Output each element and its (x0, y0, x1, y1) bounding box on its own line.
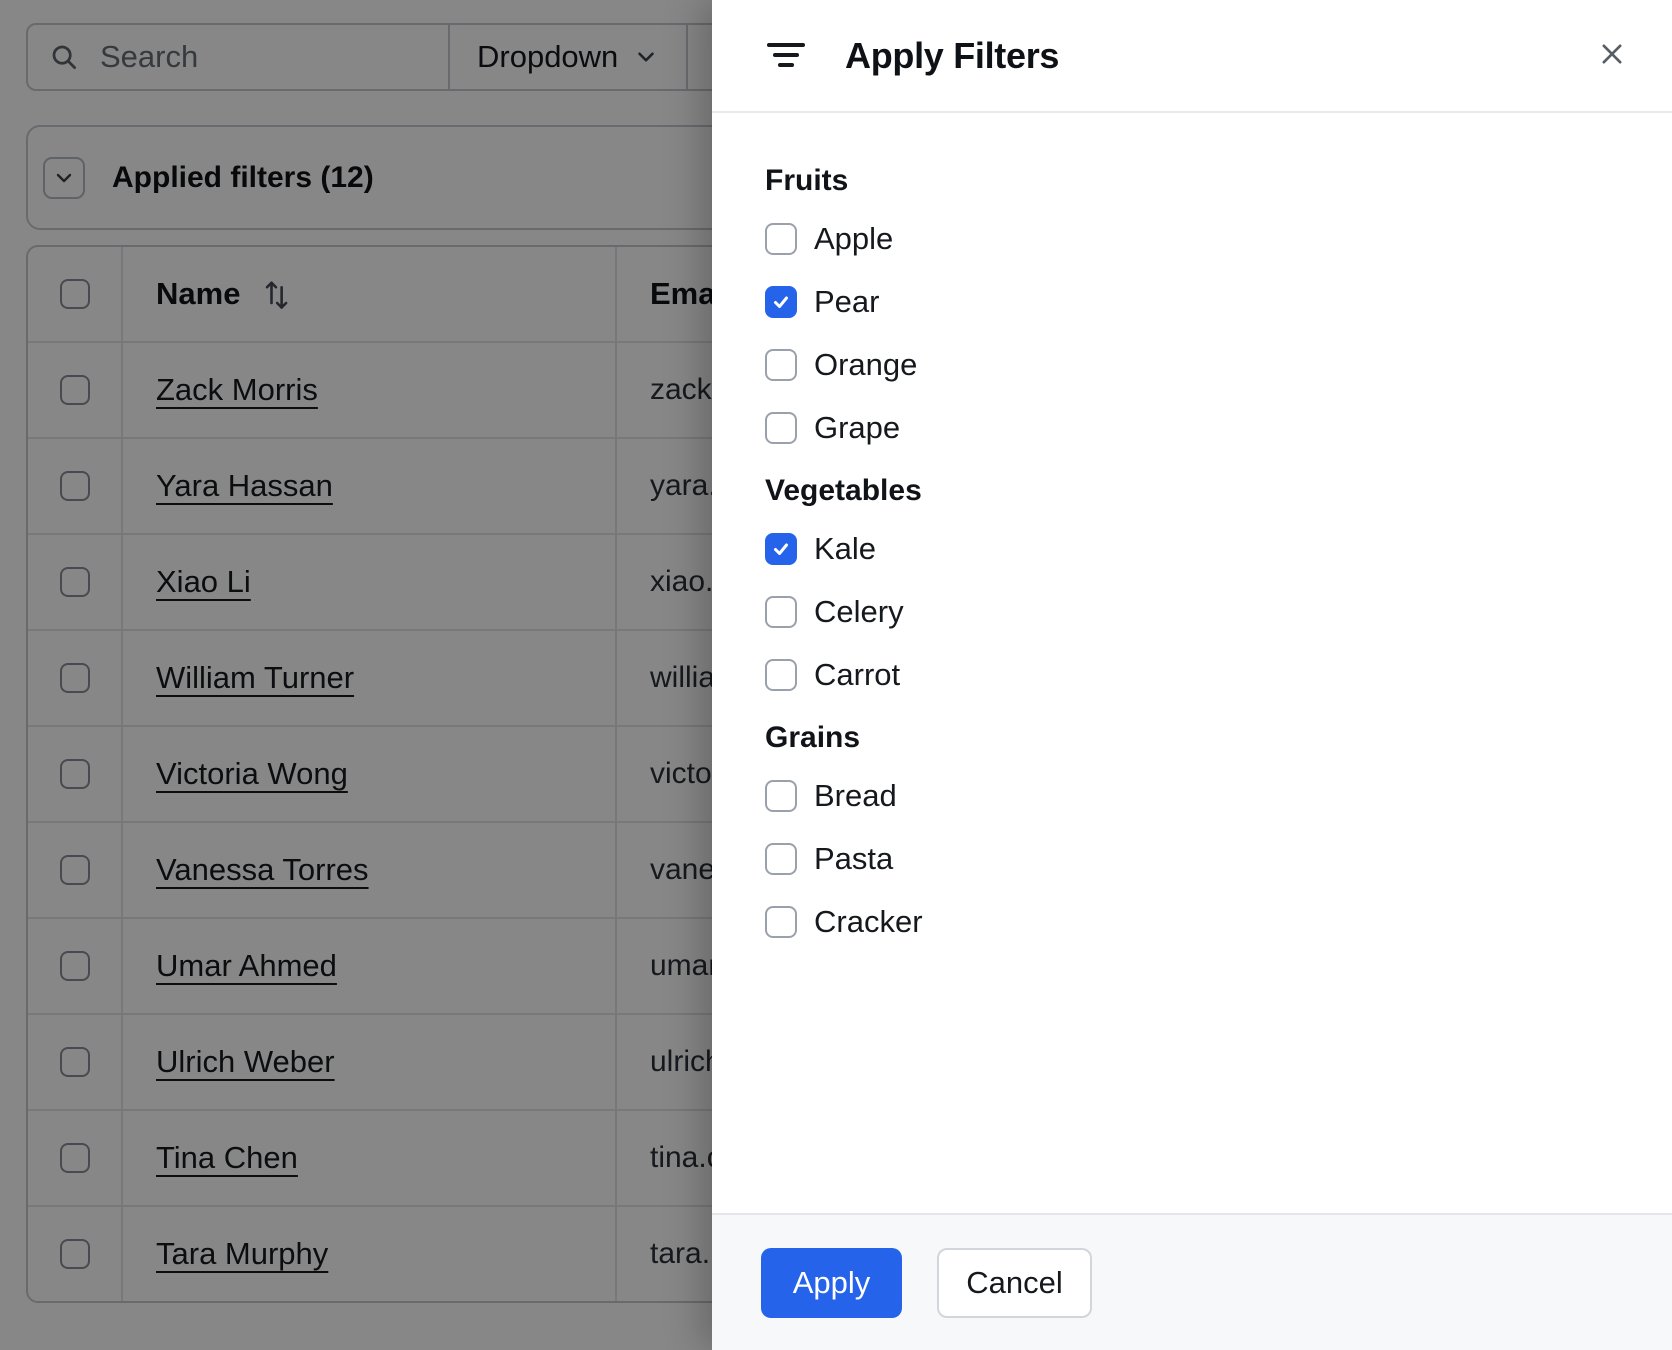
option-label: Carrot (814, 657, 901, 692)
checkbox[interactable] (765, 843, 797, 875)
filter-option[interactable]: Apple (765, 221, 1632, 256)
filter-option[interactable]: Orange (765, 347, 1632, 382)
panel-body: Fruits Apple Pear Orange Grape Vegetable… (712, 113, 1672, 939)
apply-button[interactable]: Apply (761, 1247, 902, 1318)
option-label: Bread (814, 778, 897, 813)
filter-section-fruits: Fruits Apple Pear Orange Grape (765, 164, 1632, 445)
checkbox[interactable] (765, 286, 797, 318)
checkbox[interactable] (765, 906, 797, 938)
cancel-button[interactable]: Cancel (937, 1247, 1092, 1318)
option-label: Pasta (814, 841, 894, 876)
app-window: Search Dropdown Applied filters (12) Nam… (0, 0, 1672, 1350)
filter-option[interactable]: Celery (765, 594, 1632, 629)
filter-option[interactable]: Bread (765, 778, 1632, 813)
panel-header: Apply Filters (712, 0, 1672, 113)
apply-filters-panel: Apply Filters Fruits Apple Pear Orange G… (712, 0, 1672, 1350)
option-label: Pear (814, 284, 880, 319)
filter-option[interactable]: Pasta (765, 841, 1632, 876)
section-heading: Grains (765, 721, 861, 754)
checkbox[interactable] (765, 533, 797, 565)
checkbox[interactable] (765, 223, 797, 255)
checkbox[interactable] (765, 349, 797, 381)
panel-title: Apply Filters (845, 34, 1060, 76)
checkbox[interactable] (765, 659, 797, 691)
panel-footer: Apply Cancel (712, 1213, 1672, 1350)
filter-option[interactable]: Carrot (765, 657, 1632, 692)
section-heading: Fruits (765, 164, 849, 197)
option-label: Grape (814, 410, 901, 445)
close-icon (1602, 44, 1622, 64)
option-label: Celery (814, 594, 904, 629)
checkbox[interactable] (765, 780, 797, 812)
filter-section-vegetables: Vegetables Kale Celery Carrot (765, 474, 1632, 692)
check-icon (774, 543, 788, 555)
option-label: Orange (814, 347, 918, 382)
filter-section-grains: Grains Bread Pasta Cracker (765, 721, 1632, 939)
checkbox[interactable] (765, 596, 797, 628)
filter-option[interactable]: Grape (765, 410, 1632, 445)
filter-icon (767, 42, 805, 67)
section-heading: Vegetables (765, 474, 922, 507)
check-icon (774, 296, 788, 308)
filter-option[interactable]: Pear (765, 284, 1632, 319)
option-label: Cracker (814, 904, 923, 939)
option-label: Kale (814, 531, 877, 566)
option-label: Apple (814, 221, 894, 256)
filter-option[interactable]: Cracker (765, 904, 1632, 939)
close-button[interactable] (1596, 38, 1628, 70)
checkbox[interactable] (765, 412, 797, 444)
filter-option[interactable]: Kale (765, 531, 1632, 566)
